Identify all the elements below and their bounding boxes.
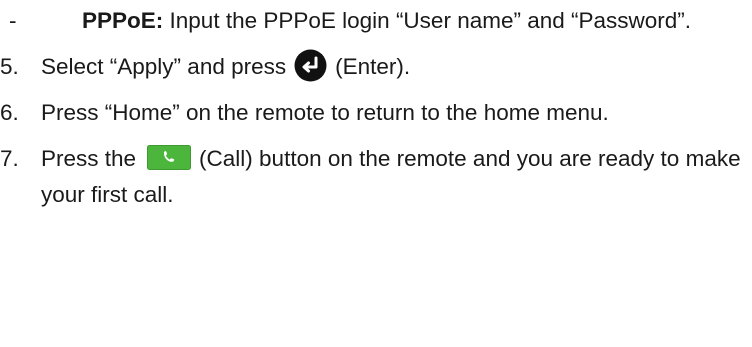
bullet-dash: - (9, 8, 17, 33)
step-6-text: Press “Home” on the remote to return to … (41, 100, 609, 125)
step-5: 5. Select “Apply” and press (Enter). (0, 49, 752, 85)
step-5-text-after: (Enter). (335, 54, 411, 79)
enter-key-icon (294, 49, 327, 82)
step-7: 7. Press the (Call) button on the remote … (0, 141, 752, 213)
step-number: 5. (0, 54, 19, 79)
call-button-icon (147, 145, 192, 170)
step-5-text-before: Select “Apply” and press (41, 54, 287, 79)
pppoe-bullet: - PPPoE: Input the PPPoE login “User name… (0, 3, 752, 39)
step-6: 6. Press “Home” on the remote to return t… (0, 95, 752, 131)
step-number: 6. (0, 100, 19, 125)
step-7-text-after: (Call) button on the remote and you are … (41, 146, 741, 207)
pppoe-text: Input the PPPoE login “User name” and “P… (163, 8, 692, 33)
step-7-text-before: Press the (41, 146, 137, 171)
step-number: 7. (0, 146, 19, 171)
pppoe-label: PPPoE: (82, 8, 164, 33)
instruction-document: - PPPoE: Input the PPPoE login “User name… (0, 0, 752, 347)
